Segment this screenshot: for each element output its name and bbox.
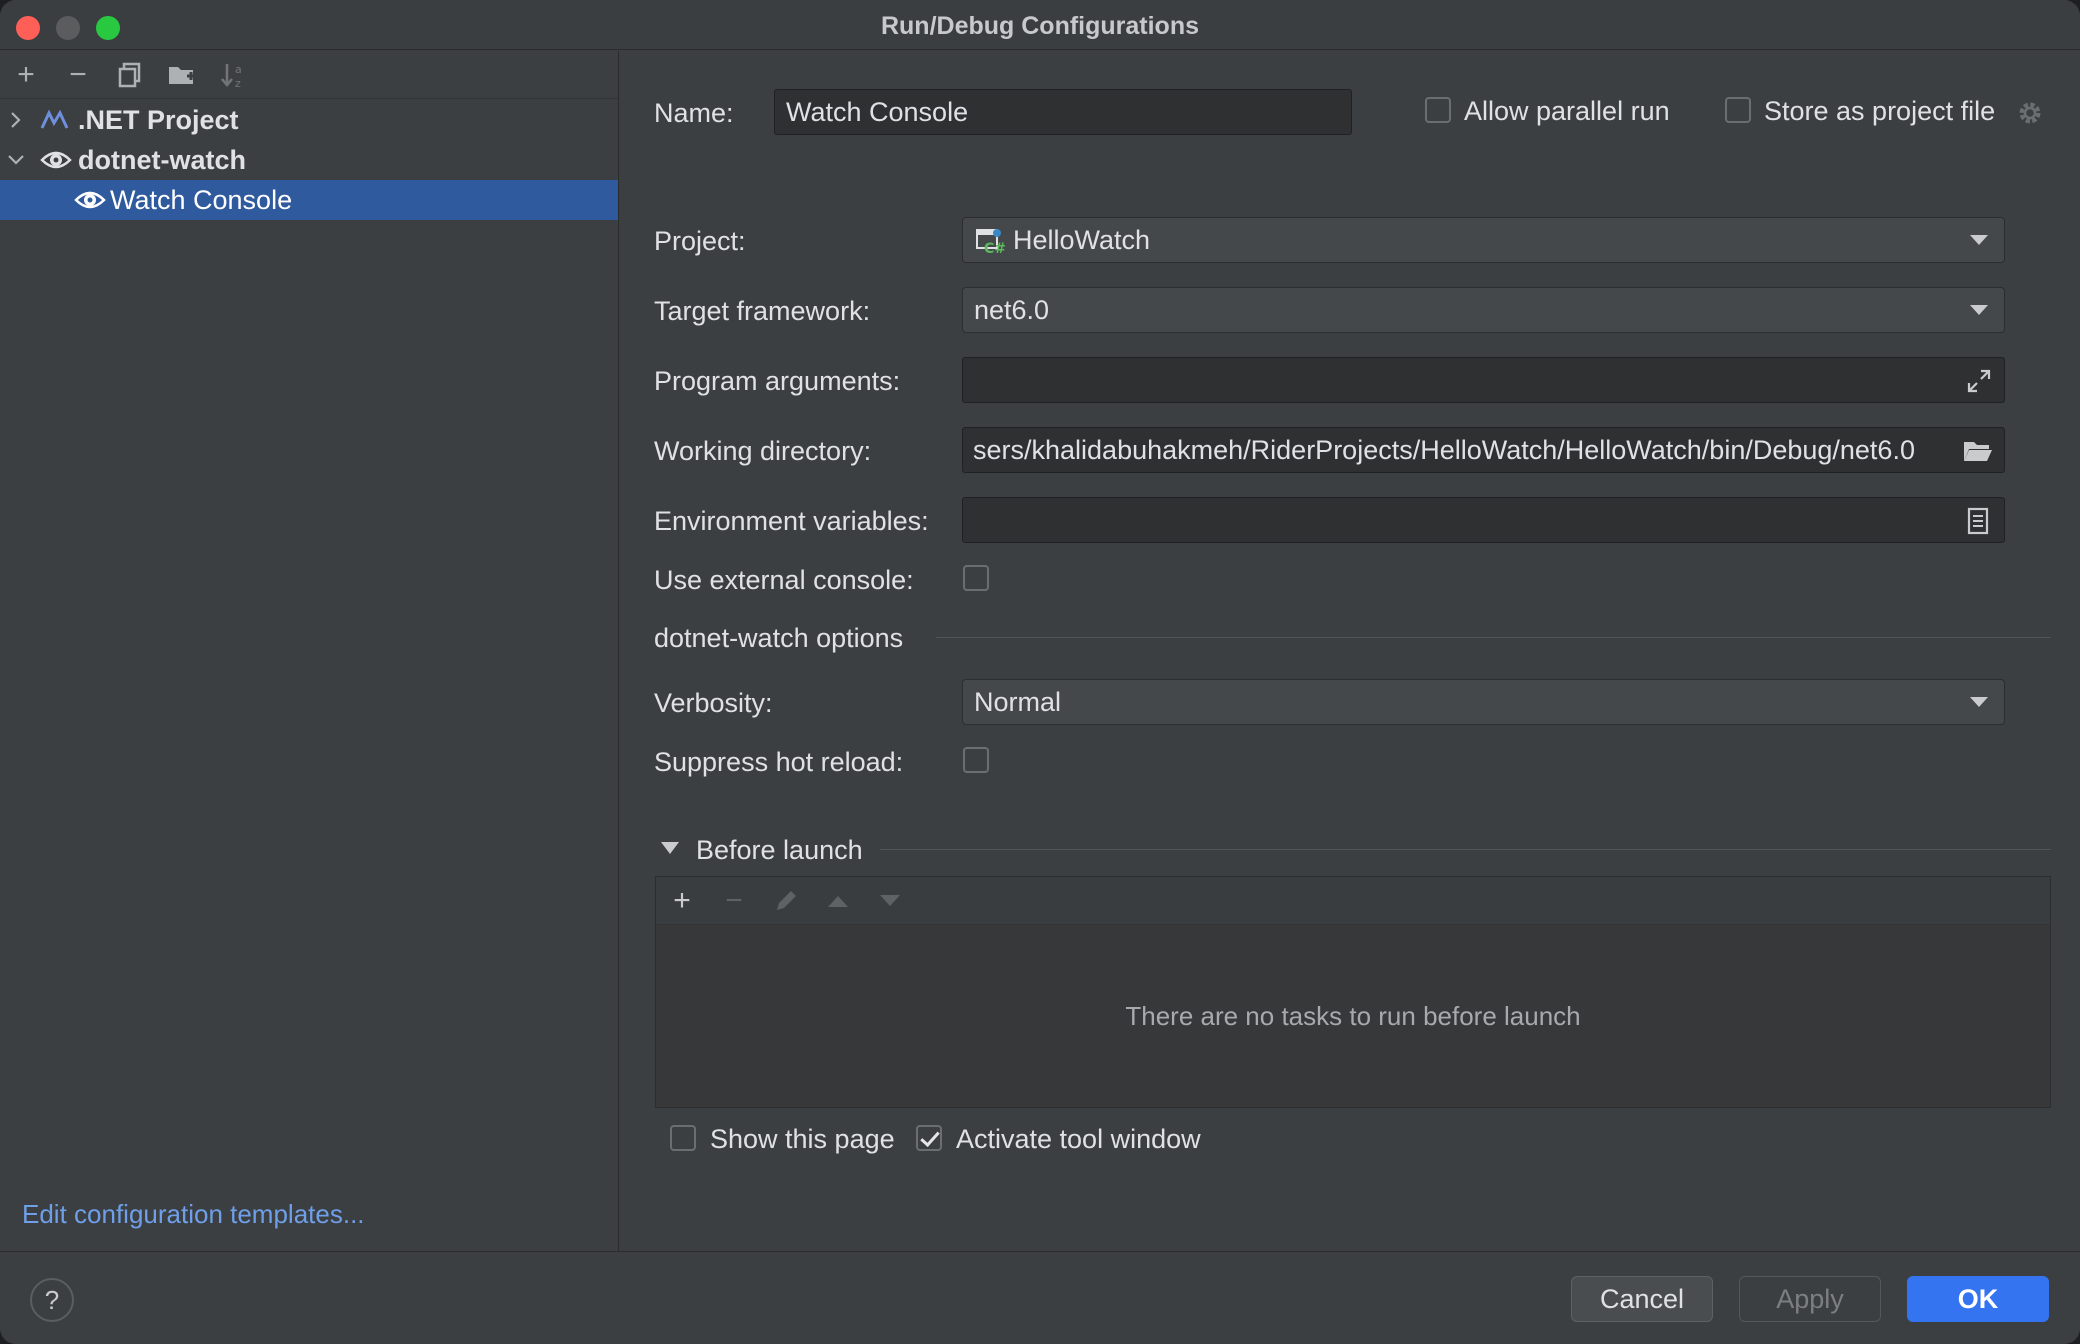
move-task-up-button[interactable] — [820, 883, 856, 919]
remove-task-button[interactable]: − — [716, 883, 752, 919]
help-button[interactable]: ? — [30, 1278, 74, 1322]
working-directory-label: Working directory: — [654, 436, 872, 466]
empty-tasks-message: There are no tasks to run before launch — [1125, 1000, 1581, 1031]
svg-text:C#: C# — [984, 241, 1005, 255]
watch-eye-icon — [40, 151, 72, 169]
window-title: Run/Debug Configurations — [880, 12, 1200, 40]
store-as-project-file-label: Store as project file — [1764, 96, 1996, 126]
copy-configuration-button[interactable] — [112, 57, 148, 93]
environment-variables-field[interactable] — [962, 497, 2005, 543]
run-debug-configurations-dialog: Run/Debug Configurations + − az .NET Pro… — [0, 0, 2080, 1344]
project-combobox[interactable]: C# HelloWatch — [962, 217, 2005, 263]
working-directory-field[interactable]: sers/khalidabuhakmeh/RiderProjects/Hello… — [962, 427, 2005, 473]
dropdown-arrow-icon — [1970, 305, 1988, 315]
configurations-sidebar: + − az .NET Project dotnet-watch Watch C — [0, 51, 619, 1251]
sidebar-toolbar: + − az — [0, 51, 618, 99]
environment-variables-label: Environment variables: — [654, 506, 929, 536]
apply-button[interactable]: Apply — [1739, 1276, 1881, 1322]
activate-tool-window-checkbox[interactable] — [916, 1125, 942, 1151]
dotnet-icon — [40, 109, 69, 129]
verbosity-value: Normal — [974, 686, 1062, 717]
activate-tool-window-label: Activate tool window — [956, 1124, 1201, 1154]
project-value: HelloWatch — [1013, 224, 1151, 255]
show-this-page-label: Show this page — [710, 1124, 895, 1154]
use-external-console-label: Use external console: — [654, 565, 914, 595]
tree-item-watch-console[interactable]: Watch Console — [0, 180, 618, 220]
use-external-console-checkbox[interactable] — [963, 565, 989, 591]
arrow-up-icon — [828, 896, 848, 907]
tree-item-label: .NET Project — [78, 104, 239, 135]
folder-icon — [169, 67, 195, 84]
name-field[interactable]: Watch Console — [774, 89, 1352, 135]
before-launch-heading[interactable]: Before launch — [696, 835, 863, 866]
store-as-project-file-checkbox[interactable] — [1725, 97, 1751, 123]
minus-icon: − — [69, 58, 87, 91]
target-framework-combobox[interactable]: net6.0 — [962, 287, 2005, 333]
watch-eye-icon — [74, 191, 106, 209]
edit-configuration-templates-link[interactable]: Edit configuration templates... — [22, 1199, 365, 1230]
ok-button[interactable]: OK — [1907, 1276, 2049, 1322]
show-this-page-checkbox[interactable] — [670, 1125, 696, 1151]
chevron-right-icon — [11, 112, 21, 128]
name-label: Name: — [654, 98, 734, 128]
tree-item-label: Watch Console — [110, 184, 293, 215]
dotnet-watch-options-heading: dotnet-watch options — [654, 623, 904, 653]
verbosity-label: Verbosity: — [654, 688, 773, 718]
allow-parallel-run-checkbox[interactable] — [1425, 97, 1451, 123]
tree-item-label: dotnet-watch — [78, 144, 246, 175]
tree-item-net-project[interactable]: .NET Project — [0, 100, 618, 140]
working-directory-value: sers/khalidabuhakmeh/RiderProjects/Hello… — [973, 434, 1915, 465]
dialog-button-bar: ? Cancel Apply OK — [0, 1251, 2080, 1344]
allow-parallel-run-label: Allow parallel run — [1464, 96, 1670, 126]
arrow-down-icon — [880, 895, 900, 906]
title-bar: Run/Debug Configurations — [0, 0, 2080, 50]
dropdown-arrow-icon — [1970, 235, 1988, 245]
move-task-down-button[interactable] — [872, 883, 908, 919]
question-mark-icon: ? — [44, 1284, 60, 1315]
program-arguments-label: Program arguments: — [654, 366, 901, 396]
expand-icon[interactable] — [1966, 368, 1992, 394]
section-divider — [880, 849, 2051, 850]
sort-configurations-button[interactable]: az — [216, 57, 252, 93]
add-configuration-button[interactable]: + — [8, 57, 44, 93]
copy-icon — [118, 62, 141, 88]
dropdown-arrow-icon — [1970, 697, 1988, 707]
before-launch-toolbar: + − — [656, 877, 2050, 925]
suppress-hot-reload-label: Suppress hot reload: — [654, 747, 904, 777]
svg-text:z: z — [235, 77, 241, 90]
edit-variables-icon[interactable] — [1966, 507, 1990, 535]
project-label: Project: — [654, 226, 746, 256]
cancel-button[interactable]: Cancel — [1571, 1276, 1713, 1322]
section-divider — [936, 637, 2051, 638]
svg-text:a: a — [235, 63, 242, 76]
minus-icon: − — [725, 884, 743, 917]
csharp-project-icon: C# — [976, 229, 1005, 255]
target-framework-value: net6.0 — [974, 294, 1050, 325]
name-value: Watch Console — [786, 96, 969, 127]
pencil-icon — [777, 891, 796, 910]
plus-icon: + — [673, 884, 691, 917]
target-framework-label: Target framework: — [654, 296, 871, 326]
program-arguments-field[interactable] — [962, 357, 2005, 403]
remove-configuration-button[interactable]: − — [60, 57, 96, 93]
add-task-button[interactable]: + — [664, 883, 700, 919]
before-launch-panel: + − There are no tasks to run before lau… — [655, 876, 2051, 1108]
suppress-hot-reload-checkbox[interactable] — [963, 747, 989, 773]
gear-icon[interactable] — [2016, 99, 2044, 127]
sort-alphabetically-icon: az — [221, 63, 242, 90]
chevron-down-icon — [8, 155, 24, 165]
collapse-triangle-icon[interactable] — [660, 840, 680, 856]
tree-item-dotnet-watch[interactable]: dotnet-watch — [0, 140, 618, 180]
open-folder-icon[interactable] — [1962, 438, 1994, 464]
move-into-folder-button[interactable] — [164, 57, 200, 93]
verbosity-combobox[interactable]: Normal — [962, 679, 2005, 725]
edit-task-button[interactable] — [768, 883, 804, 919]
plus-icon: + — [17, 58, 35, 91]
